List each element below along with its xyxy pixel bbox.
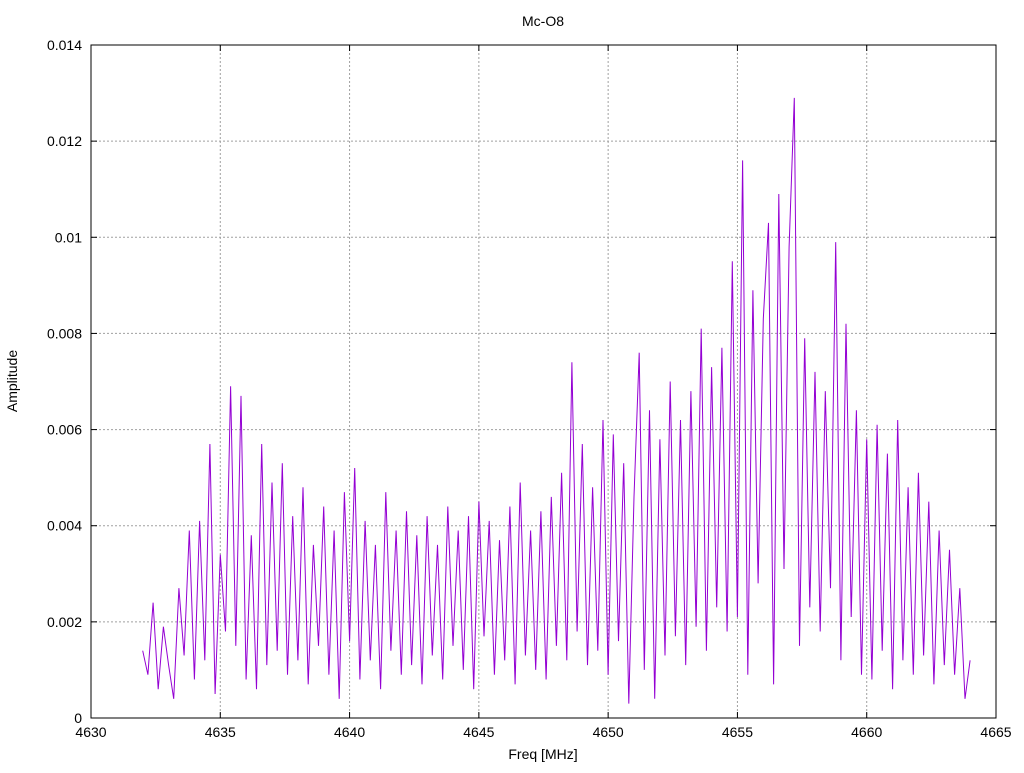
x-tick-label: 4635: [205, 724, 236, 740]
y-tick-label: 0.014: [47, 37, 82, 53]
y-tick-label: 0: [74, 710, 82, 726]
x-tick-label: 4645: [463, 724, 494, 740]
chart: Mc-O8 Freq [MHz] Amplitude 4630 4635 4640 4…: [4, 13, 1012, 762]
y-tick-label: 0.01: [55, 229, 82, 245]
y-tick-label: 0.004: [47, 518, 82, 534]
x-tick-label: 4665: [980, 724, 1011, 740]
x-tick-label: 4640: [334, 724, 365, 740]
y-tick-label: 0.008: [47, 325, 82, 341]
y-tick-label: 0.006: [47, 422, 82, 438]
series-line-mc-o8: [142, 97, 971, 704]
x-tick-label: 4660: [851, 724, 882, 740]
x-tick-label: 4630: [75, 724, 106, 740]
chart-title: Mc-O8: [522, 13, 564, 29]
x-tick-label: 4655: [722, 724, 753, 740]
y-tick-label: 0.012: [47, 133, 82, 149]
x-axis-label: Freq [MHz]: [508, 746, 577, 762]
y-axis-label: Amplitude: [4, 350, 20, 412]
y-tick-label: 0.002: [47, 614, 82, 630]
x-tick-label: 4650: [593, 724, 624, 740]
